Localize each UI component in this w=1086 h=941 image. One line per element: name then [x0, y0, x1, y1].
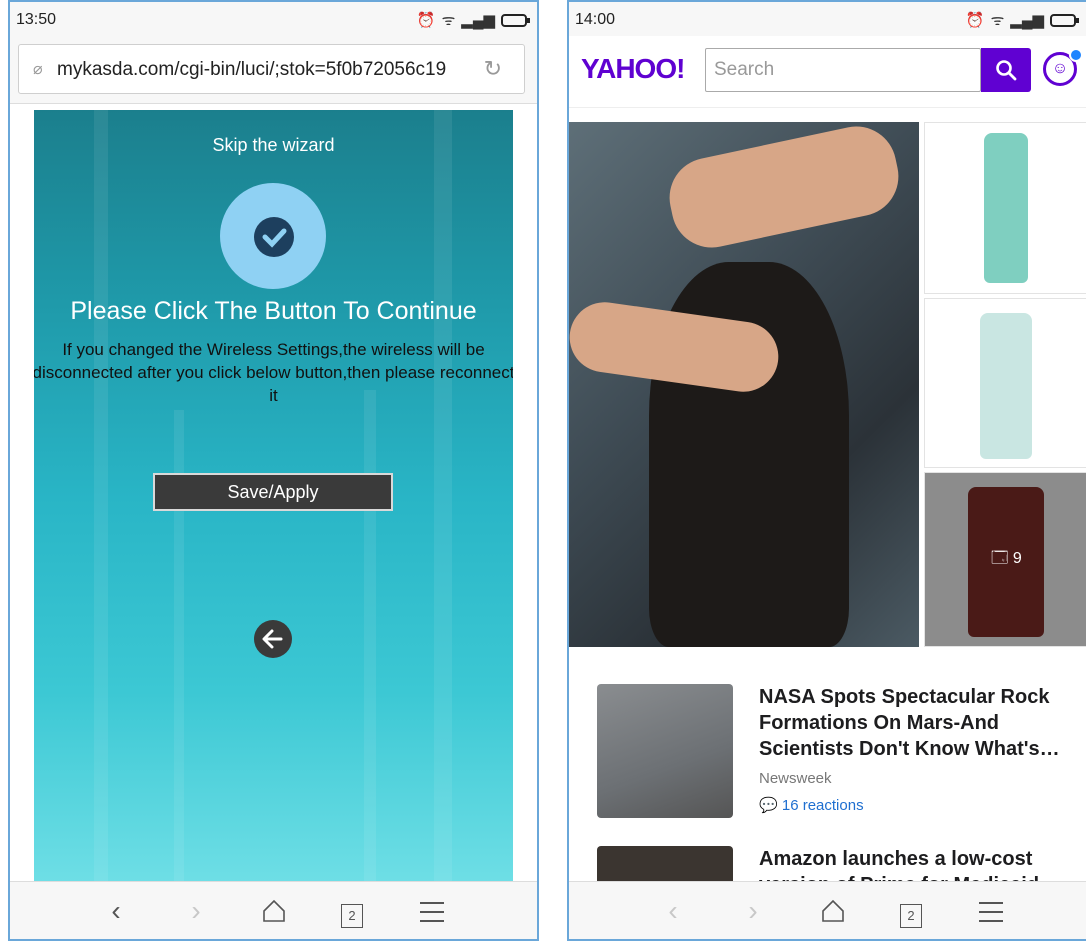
shampoo-thumb-2[interactable]: [924, 298, 1086, 468]
setup-wizard-panel: Skip the wizard Please Click The Button …: [34, 110, 513, 886]
reload-icon[interactable]: ↻: [484, 56, 502, 82]
notification-dot: [1069, 48, 1083, 62]
photo-gallery[interactable]: 🗔 9: [569, 122, 1086, 647]
browser-window-left: 13:50 ⏰ ᯤ ▂▄▆ ⌀ mykasda.com/cgi-bin/luci…: [8, 0, 539, 941]
gallery-icon: 🗔: [991, 550, 1009, 567]
home-icon[interactable]: [813, 894, 853, 928]
news-reactions[interactable]: 💬 16 reactions: [759, 796, 864, 814]
save-apply-button[interactable]: Save/Apply: [153, 473, 393, 511]
shampoo-thumb-1[interactable]: [924, 122, 1086, 294]
battery-icon: [1050, 13, 1079, 27]
signal-icon: ▂▄▆: [1010, 12, 1044, 29]
news-thumbnail[interactable]: [597, 846, 733, 886]
back-arrow-icon[interactable]: [254, 620, 292, 658]
alarm-icon: ⏰: [965, 12, 985, 29]
skip-wizard-link[interactable]: Skip the wizard: [34, 135, 513, 156]
background-stripe: [434, 110, 452, 886]
menu-icon[interactable]: [971, 894, 1011, 928]
comment-icon: 💬: [759, 797, 778, 814]
photo-count: 🗔 9: [991, 547, 1022, 574]
yahoo-logo[interactable]: YAHOO!: [581, 53, 685, 85]
background-stripe: [94, 110, 108, 886]
status-icons: ⏰ ᯤ ▂▄▆: [965, 10, 1079, 30]
status-bar: 13:50 ⏰ ᯤ ▂▄▆: [10, 2, 537, 36]
browser-window-right: 14:00 ⏰ ᯤ ▂▄▆ YAHOO! Search ☺ 🗔 9 NASA S…: [567, 0, 1086, 941]
bottle-image: [984, 133, 1028, 283]
status-time: 14:00: [575, 11, 616, 28]
address-bar-area: ⌀ mykasda.com/cgi-bin/luci/;stok=5f0b720…: [10, 36, 537, 104]
search-button[interactable]: [981, 48, 1031, 92]
checkmark-icon: [220, 183, 326, 289]
back-nav-icon[interactable]: ‹: [653, 894, 693, 928]
search-input[interactable]: Search: [705, 48, 981, 92]
news-item[interactable]: Amazon launches a low-cost version of Pr…: [597, 846, 1077, 886]
wifi-icon: ᯤ: [990, 12, 1005, 29]
photo-hand: [662, 122, 906, 255]
bottle-image: [980, 313, 1032, 459]
forward-nav-icon[interactable]: ›: [733, 894, 773, 928]
tabs-count: 2: [900, 904, 922, 928]
not-secure-icon: ⌀: [33, 61, 43, 78]
news-thumbnail[interactable]: [597, 684, 733, 818]
news-source: Newsweek: [759, 770, 832, 787]
address-bar[interactable]: ⌀ mykasda.com/cgi-bin/luci/;stok=5f0b720…: [18, 44, 525, 94]
reactions-count: 16 reactions: [781, 797, 864, 814]
battery-icon: [501, 13, 530, 27]
news-title[interactable]: Amazon launches a low-cost version of Pr…: [759, 846, 1069, 886]
alarm-icon: ⏰: [416, 12, 436, 29]
background-stripe: [364, 390, 376, 886]
tabs-button[interactable]: 2: [891, 894, 931, 928]
back-nav-icon[interactable]: ‹: [96, 894, 136, 928]
menu-icon[interactable]: [412, 894, 452, 928]
news-item[interactable]: NASA Spots Spectacular Rock Formations O…: [597, 684, 1077, 824]
status-icons: ⏰ ᯤ ▂▄▆: [416, 10, 530, 30]
status-bar: 14:00 ⏰ ᯤ ▂▄▆: [569, 2, 1086, 36]
search-icon: [996, 60, 1017, 81]
status-time: 13:50: [16, 11, 57, 28]
wifi-icon: ᯤ: [441, 12, 456, 29]
url-text[interactable]: mykasda.com/cgi-bin/luci/;stok=5f0b72056…: [57, 59, 457, 81]
tabs-count: 2: [341, 904, 363, 928]
yahoo-header: YAHOO! Search ☺: [569, 36, 1086, 108]
wizard-heading: Please Click The Button To Continue: [70, 297, 477, 325]
signal-icon: ▂▄▆: [461, 12, 495, 29]
wizard-message: If you changed the Wireless Settings,the…: [34, 340, 513, 405]
photo-count-value: 9: [1012, 550, 1022, 567]
forward-nav-icon[interactable]: ›: [176, 894, 216, 928]
browser-bottom-nav: ‹ › 2: [569, 881, 1086, 939]
tabs-button[interactable]: 2: [332, 894, 372, 928]
home-icon[interactable]: [254, 894, 294, 928]
news-title[interactable]: NASA Spots Spectacular Rock Formations O…: [759, 684, 1069, 762]
hair-washing-photo[interactable]: [569, 122, 919, 647]
browser-bottom-nav: ‹ › 2: [10, 881, 537, 939]
